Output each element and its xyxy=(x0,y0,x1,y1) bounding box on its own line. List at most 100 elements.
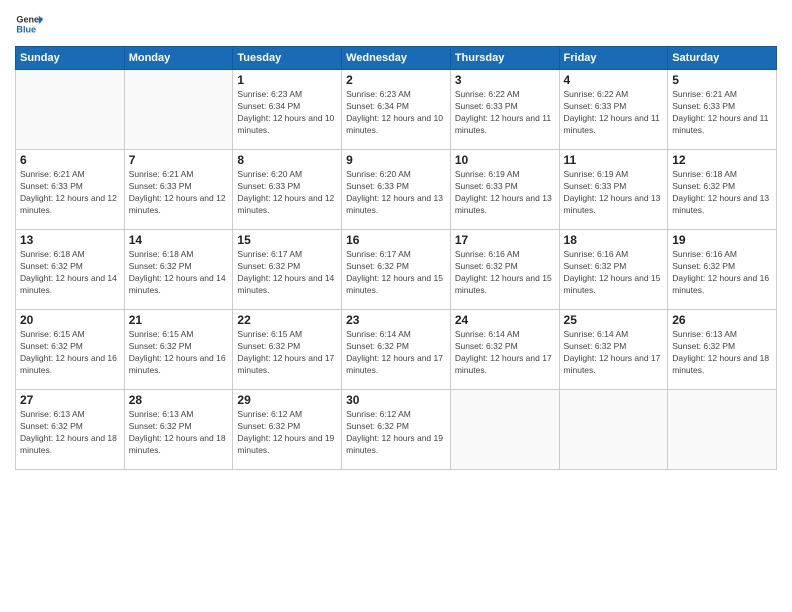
day-number: 26 xyxy=(672,313,772,327)
day-info: Sunrise: 6:15 AM Sunset: 6:32 PM Dayligh… xyxy=(20,329,120,377)
calendar-cell: 27Sunrise: 6:13 AM Sunset: 6:32 PM Dayli… xyxy=(16,390,125,470)
calendar-day-header: Tuesday xyxy=(233,47,342,70)
calendar-cell: 7Sunrise: 6:21 AM Sunset: 6:33 PM Daylig… xyxy=(124,150,233,230)
day-number: 3 xyxy=(455,73,555,87)
day-number: 16 xyxy=(346,233,446,247)
calendar-header-row: SundayMondayTuesdayWednesdayThursdayFrid… xyxy=(16,47,777,70)
calendar-cell xyxy=(16,70,125,150)
calendar-day-header: Friday xyxy=(559,47,668,70)
calendar-cell: 24 Sunrise: 6:14 AM Sunset: 6:32 PM Dayli… xyxy=(450,310,559,390)
day-info: Sunrise: 6:14 AM Sunset: 6:32 PM Dayligh… xyxy=(564,329,664,377)
day-info: Sunrise: 6:23 AM Sunset: 6:34 PM Dayligh… xyxy=(346,89,446,137)
day-number: 14 xyxy=(129,233,229,247)
day-number: 12 xyxy=(672,153,772,167)
day-info: Sunrise: 6:13 AM Sunset: 6:32 PM Dayligh… xyxy=(672,329,772,377)
page: General Blue SundayMondayTuesdayWednesda… xyxy=(0,0,792,612)
day-number: 29 xyxy=(237,393,337,407)
calendar-cell: 26 Sunrise: 6:13 AM Sunset: 6:32 PM Dayli… xyxy=(668,310,777,390)
calendar-cell: 13Sunrise: 6:18 AM Sunset: 6:32 PM Dayli… xyxy=(16,230,125,310)
calendar-cell: 15 Sunrise: 6:17 AM Sunset: 6:32 PM Dayli… xyxy=(233,230,342,310)
svg-text:Blue: Blue xyxy=(16,24,36,34)
calendar-cell xyxy=(668,390,777,470)
day-number: 17 xyxy=(455,233,555,247)
day-info: Sunrise: 6:18 AM Sunset: 6:32 PM Dayligh… xyxy=(129,249,229,297)
calendar-cell: 16Sunrise: 6:17 AM Sunset: 6:32 PM Dayli… xyxy=(342,230,451,310)
calendar-week-row: 1 Sunrise: 6:23 AM Sunset: 6:34 PM Daylig… xyxy=(16,70,777,150)
day-info: Sunrise: 6:22 AM Sunset: 6:33 PM Dayligh… xyxy=(455,89,555,137)
day-number: 20 xyxy=(20,313,120,327)
calendar-week-row: 27Sunrise: 6:13 AM Sunset: 6:32 PM Dayli… xyxy=(16,390,777,470)
calendar-day-header: Sunday xyxy=(16,47,125,70)
calendar-cell: 8Sunrise: 6:20 AM Sunset: 6:33 PM Daylig… xyxy=(233,150,342,230)
calendar-cell: 17 Sunrise: 6:16 AM Sunset: 6:32 PM Dayli… xyxy=(450,230,559,310)
calendar-cell: 3 Sunrise: 6:22 AM Sunset: 6:33 PM Daylig… xyxy=(450,70,559,150)
day-number: 24 xyxy=(455,313,555,327)
calendar-cell: 6 Sunrise: 6:21 AM Sunset: 6:33 PM Daylig… xyxy=(16,150,125,230)
calendar-cell: 29 Sunrise: 6:12 AM Sunset: 6:32 PM Dayli… xyxy=(233,390,342,470)
day-number: 7 xyxy=(129,153,229,167)
day-info: Sunrise: 6:21 AM Sunset: 6:33 PM Dayligh… xyxy=(20,169,120,217)
calendar-cell: 11Sunrise: 6:19 AM Sunset: 6:33 PM Dayli… xyxy=(559,150,668,230)
day-number: 15 xyxy=(237,233,337,247)
day-number: 18 xyxy=(564,233,664,247)
calendar-day-header: Wednesday xyxy=(342,47,451,70)
calendar-week-row: 13Sunrise: 6:18 AM Sunset: 6:32 PM Dayli… xyxy=(16,230,777,310)
calendar-cell: 18Sunrise: 6:16 AM Sunset: 6:32 PM Dayli… xyxy=(559,230,668,310)
day-number: 1 xyxy=(237,73,337,87)
day-number: 2 xyxy=(346,73,446,87)
day-number: 25 xyxy=(564,313,664,327)
calendar-cell xyxy=(450,390,559,470)
calendar-cell xyxy=(124,70,233,150)
day-info: Sunrise: 6:14 AM Sunset: 6:32 PM Dayligh… xyxy=(455,329,555,377)
day-info: Sunrise: 6:16 AM Sunset: 6:32 PM Dayligh… xyxy=(455,249,555,297)
day-info: Sunrise: 6:12 AM Sunset: 6:32 PM Dayligh… xyxy=(237,409,337,457)
day-number: 22 xyxy=(237,313,337,327)
day-number: 23 xyxy=(346,313,446,327)
day-number: 27 xyxy=(20,393,120,407)
day-info: Sunrise: 6:19 AM Sunset: 6:33 PM Dayligh… xyxy=(564,169,664,217)
calendar-week-row: 6 Sunrise: 6:21 AM Sunset: 6:33 PM Daylig… xyxy=(16,150,777,230)
logo-icon: General Blue xyxy=(15,10,43,38)
calendar-day-header: Monday xyxy=(124,47,233,70)
day-number: 6 xyxy=(20,153,120,167)
calendar-day-header: Thursday xyxy=(450,47,559,70)
calendar-cell: 4 Sunrise: 6:22 AM Sunset: 6:33 PM Daylig… xyxy=(559,70,668,150)
day-info: Sunrise: 6:21 AM Sunset: 6:33 PM Dayligh… xyxy=(672,89,772,137)
day-info: Sunrise: 6:19 AM Sunset: 6:33 PM Dayligh… xyxy=(455,169,555,217)
day-number: 9 xyxy=(346,153,446,167)
day-info: Sunrise: 6:20 AM Sunset: 6:33 PM Dayligh… xyxy=(237,169,337,217)
day-number: 30 xyxy=(346,393,446,407)
calendar-cell: 10 Sunrise: 6:19 AM Sunset: 6:33 PM Dayli… xyxy=(450,150,559,230)
calendar-cell: 19 Sunrise: 6:16 AM Sunset: 6:32 PM Dayli… xyxy=(668,230,777,310)
day-number: 21 xyxy=(129,313,229,327)
day-info: Sunrise: 6:14 AM Sunset: 6:32 PM Dayligh… xyxy=(346,329,446,377)
calendar-cell: 9 Sunrise: 6:20 AM Sunset: 6:33 PM Daylig… xyxy=(342,150,451,230)
day-info: Sunrise: 6:15 AM Sunset: 6:32 PM Dayligh… xyxy=(129,329,229,377)
calendar-cell: 5 Sunrise: 6:21 AM Sunset: 6:33 PM Daylig… xyxy=(668,70,777,150)
calendar-table: SundayMondayTuesdayWednesdayThursdayFrid… xyxy=(15,46,777,470)
calendar-cell xyxy=(559,390,668,470)
calendar-cell: 22 Sunrise: 6:15 AM Sunset: 6:32 PM Dayli… xyxy=(233,310,342,390)
day-number: 10 xyxy=(455,153,555,167)
day-info: Sunrise: 6:17 AM Sunset: 6:32 PM Dayligh… xyxy=(237,249,337,297)
calendar-cell: 21 Sunrise: 6:15 AM Sunset: 6:32 PM Dayli… xyxy=(124,310,233,390)
day-info: Sunrise: 6:22 AM Sunset: 6:33 PM Dayligh… xyxy=(564,89,664,137)
logo: General Blue xyxy=(15,10,43,38)
calendar-cell: 28Sunrise: 6:13 AM Sunset: 6:32 PM Dayli… xyxy=(124,390,233,470)
calendar-cell: 2 Sunrise: 6:23 AM Sunset: 6:34 PM Daylig… xyxy=(342,70,451,150)
day-info: Sunrise: 6:16 AM Sunset: 6:32 PM Dayligh… xyxy=(672,249,772,297)
calendar-cell: 25 Sunrise: 6:14 AM Sunset: 6:32 PM Dayli… xyxy=(559,310,668,390)
day-info: Sunrise: 6:15 AM Sunset: 6:32 PM Dayligh… xyxy=(237,329,337,377)
calendar-day-header: Saturday xyxy=(668,47,777,70)
day-number: 5 xyxy=(672,73,772,87)
day-number: 19 xyxy=(672,233,772,247)
day-info: Sunrise: 6:18 AM Sunset: 6:32 PM Dayligh… xyxy=(672,169,772,217)
calendar-cell: 30 Sunrise: 6:12 AM Sunset: 6:32 PM Dayli… xyxy=(342,390,451,470)
calendar-cell: 14 Sunrise: 6:18 AM Sunset: 6:32 PM Dayli… xyxy=(124,230,233,310)
day-number: 4 xyxy=(564,73,664,87)
day-info: Sunrise: 6:12 AM Sunset: 6:32 PM Dayligh… xyxy=(346,409,446,457)
day-info: Sunrise: 6:20 AM Sunset: 6:33 PM Dayligh… xyxy=(346,169,446,217)
calendar-cell: 1 Sunrise: 6:23 AM Sunset: 6:34 PM Daylig… xyxy=(233,70,342,150)
header: General Blue xyxy=(15,10,777,38)
day-info: Sunrise: 6:23 AM Sunset: 6:34 PM Dayligh… xyxy=(237,89,337,137)
